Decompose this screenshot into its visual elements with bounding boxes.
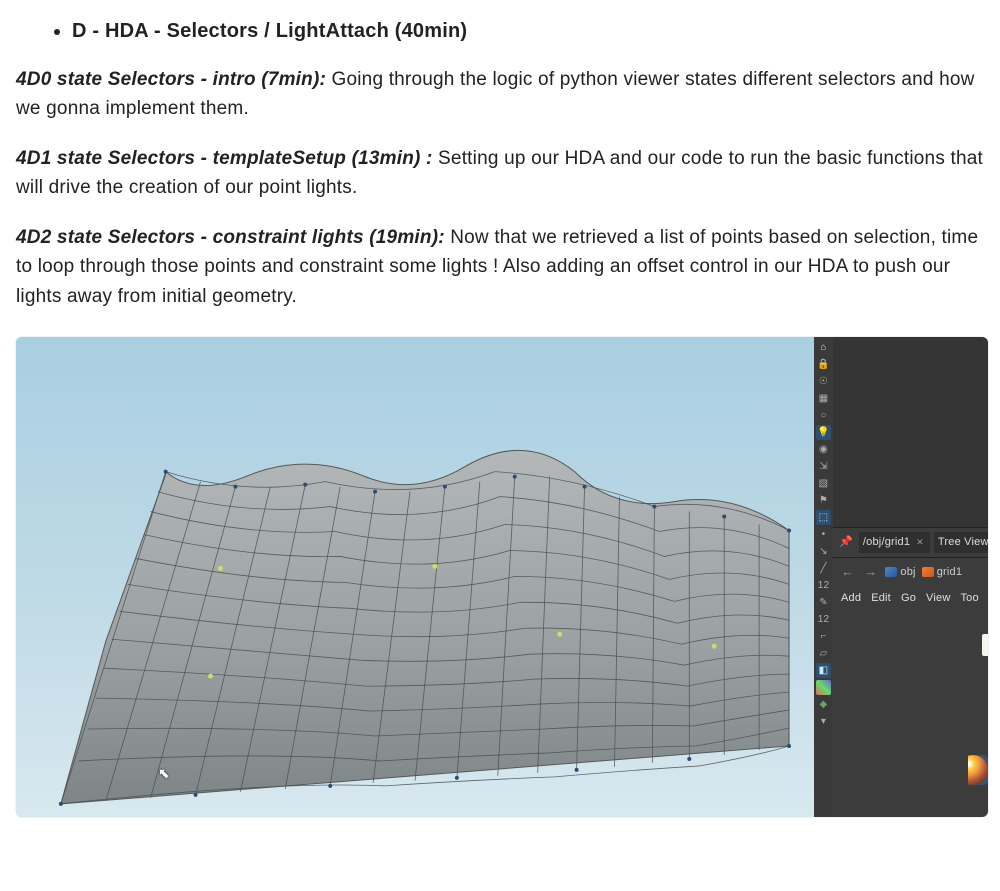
box-icon[interactable]: ▧	[816, 476, 831, 491]
pin-icon[interactable]: 📌	[839, 534, 853, 551]
menu-edit[interactable]: Edit	[871, 590, 891, 607]
nav-forward-icon[interactable]: →	[862, 562, 879, 582]
node-slot	[982, 634, 988, 656]
lead-4d2: 4D2 state Selectors - constraint lights …	[16, 227, 445, 248]
lock-icon[interactable]: 🔒	[816, 357, 831, 372]
network-menu: Add Edit Go View Too	[833, 586, 988, 611]
eye-icon[interactable]: ◉	[816, 442, 831, 457]
diamond-icon[interactable]: ◆	[816, 697, 831, 712]
crumb-obj[interactable]: obj	[885, 564, 915, 581]
paragraph-4d0: 4D0 state Selectors - intro (7min): Goin…	[16, 65, 984, 124]
link-icon[interactable]: ⇲	[816, 459, 831, 474]
label12b: 12	[818, 612, 830, 628]
tab-tree-view[interactable]: Tree View ✕	[934, 532, 988, 553]
close-icon[interactable]: ✕	[914, 536, 926, 550]
camera-icon[interactable]: ⬚	[816, 510, 831, 525]
checker-icon[interactable]	[816, 680, 831, 695]
brush-icon[interactable]: ✎	[816, 595, 831, 610]
edge-icon[interactable]: ╱	[816, 561, 831, 576]
crumb-label: obj	[900, 564, 915, 581]
angle-icon[interactable]: ⌐	[816, 629, 831, 644]
tab-bar: 📌 /obj/grid1 ✕ Tree View ✕ Materia	[833, 528, 988, 558]
tab-label: /obj/grid1	[863, 534, 910, 551]
display-options-shelf: ⌂ 🔒 ☉ ▦ ○ 💡 ◉ ⇲ ▧ ⚑ ⬚ • ↘ ╱ 12 ✎ 12 ⌐ ▱ …	[814, 337, 833, 817]
obj-icon	[885, 567, 897, 577]
crumb-grid1[interactable]: grid1	[922, 564, 962, 581]
node-sphere[interactable]	[968, 755, 988, 785]
nav-back-icon[interactable]: ←	[839, 562, 856, 582]
shade-icon[interactable]: ◧	[816, 663, 831, 678]
viewport-3d[interactable]: ⬉	[16, 337, 814, 817]
grid-icon[interactable]: ▦	[816, 391, 831, 406]
menu-view[interactable]: View	[926, 590, 950, 607]
paragraph-4d2: 4D2 state Selectors - constraint lights …	[16, 223, 984, 311]
flag-icon[interactable]: ⚑	[816, 493, 831, 508]
menu-tools[interactable]: Too	[960, 590, 978, 607]
face-icon[interactable]: ▱	[816, 646, 831, 661]
menu-add[interactable]: Add	[841, 590, 861, 607]
network-panel: 📌 /obj/grid1 ✕ Tree View ✕ Materia ← → o…	[833, 337, 988, 817]
label2-icon[interactable]: 12	[816, 612, 831, 627]
lead-4d1: 4D1 state Selectors - templateSetup (13m…	[16, 148, 433, 169]
down-icon[interactable]: ▾	[816, 714, 831, 729]
geo-icon	[922, 567, 934, 577]
ghost-icon[interactable]: ☉	[816, 374, 831, 389]
home-icon[interactable]: ⌂	[816, 340, 831, 355]
panel-empty-top	[833, 337, 988, 528]
network-view[interactable]	[843, 622, 988, 732]
paragraph-4d1: 4D1 state Selectors - templateSetup (13m…	[16, 144, 984, 203]
tab-obj-grid1[interactable]: /obj/grid1 ✕	[859, 532, 930, 553]
path-bar: ← → obj grid1	[833, 558, 988, 586]
houdini-screenshot: ⬉ ⌂ 🔒 ☉ ▦ ○ 💡 ◉ ⇲ ▧ ⚑ ⬚ • ↘ ╱ 12 ✎ 12 ⌐ …	[16, 337, 988, 817]
label-icon[interactable]: 12	[816, 578, 831, 593]
crumb-label: grid1	[937, 564, 962, 581]
tab-label: Tree View	[938, 534, 988, 551]
dot-icon[interactable]: •	[816, 527, 831, 542]
light-icon[interactable]: 💡	[816, 425, 831, 440]
sphere-icon	[958, 755, 988, 785]
section-bullet: D - HDA - Selectors / LightAttach (40min…	[72, 16, 984, 47]
circle-icon[interactable]: ○	[816, 408, 831, 423]
lead-4d0: 4D0 state Selectors - intro (7min):	[16, 69, 326, 90]
normal-icon[interactable]: ↘	[816, 544, 831, 559]
menu-go[interactable]: Go	[901, 590, 916, 607]
label12: 12	[818, 578, 830, 594]
